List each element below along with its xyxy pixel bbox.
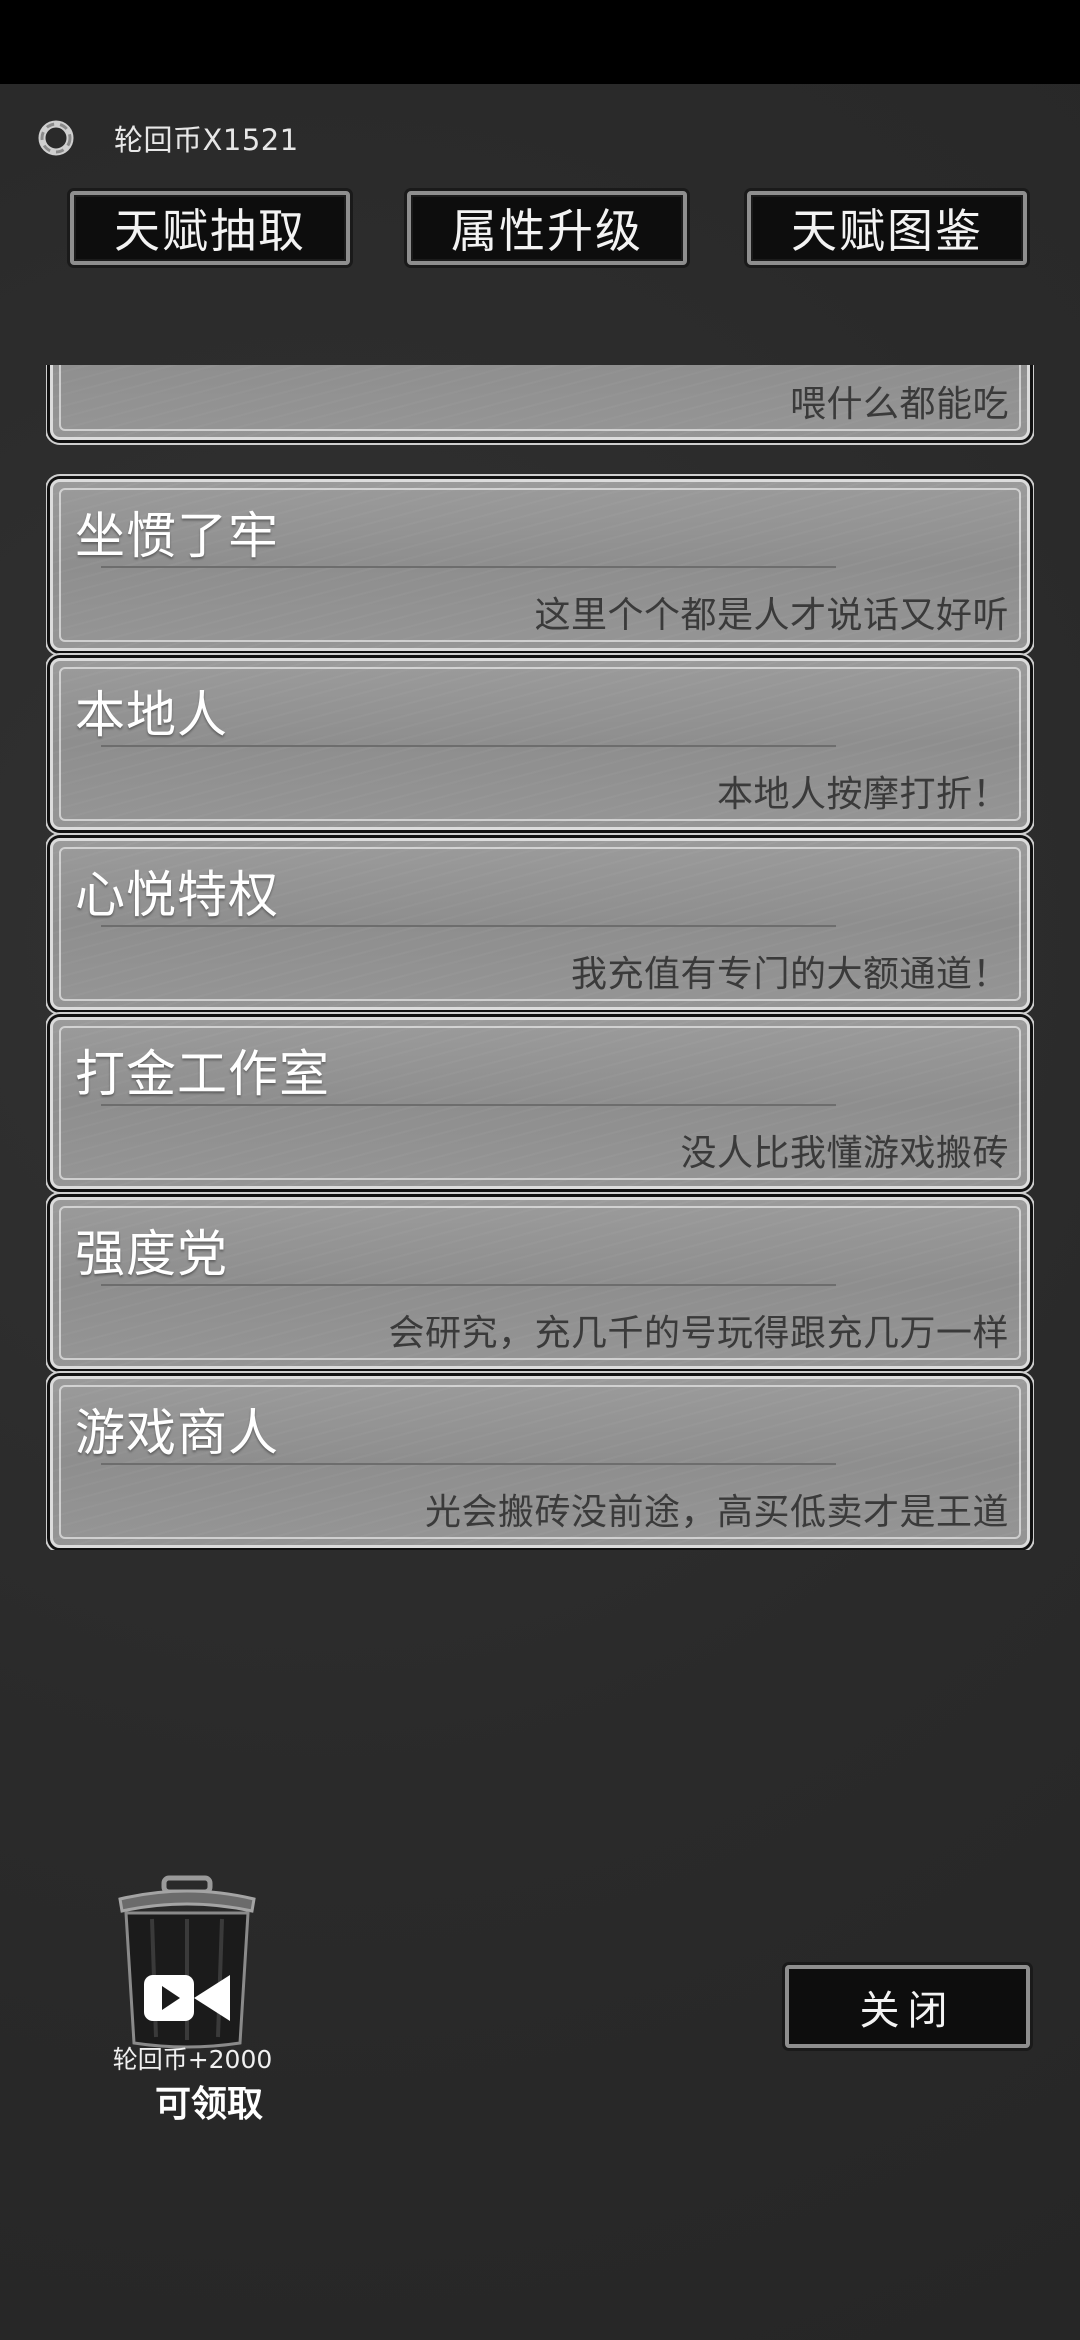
talent-description: 我充值有专门的大额通道！ xyxy=(570,954,1009,995)
trash-can-icon xyxy=(118,1875,256,2049)
talent-name: 游戏商人 xyxy=(75,1404,279,1462)
talent-description: 会研究，充几千的号玩得跟充几万一样 xyxy=(388,1313,1009,1354)
talent-description: 喂什么都能吃 xyxy=(789,384,1009,425)
talent-name: 坐惯了牢 xyxy=(75,507,279,565)
reward-trash-can-button[interactable] xyxy=(112,1875,262,2050)
talent-card[interactable]: 坐惯了牢 这里个个都是人才说话又好听 xyxy=(50,479,1030,651)
ring-coin-icon xyxy=(36,118,76,158)
close-button[interactable]: 关闭 xyxy=(785,1965,1030,2048)
divider xyxy=(101,1463,836,1465)
divider xyxy=(101,745,836,747)
divider xyxy=(101,1284,836,1286)
talent-name: 打金工作室 xyxy=(75,1045,330,1103)
talent-description: 没人比我懂游戏搬砖 xyxy=(680,1133,1009,1174)
talent-name: 强度党 xyxy=(75,1225,228,1283)
talent-card[interactable]: 打金工作室 没人比我懂游戏搬砖 xyxy=(50,1017,1030,1189)
talent-list[interactable]: 喂什么都能吃 坐惯了牢 这里个个都是人才说话又好听 本地人 本地人按摩打折！ 心… xyxy=(46,365,1034,1550)
claim-status[interactable]: 可领取 xyxy=(155,2075,263,2127)
tab-talent-draw[interactable]: 天赋抽取 xyxy=(70,191,350,265)
tab-attribute-upgrade[interactable]: 属性升级 xyxy=(407,191,687,265)
talent-name: 本地人 xyxy=(75,686,228,744)
game-screen: 轮回币X1521 天赋抽取 属性升级 天赋图鉴 喂什么都能吃 坐惯了牢 这里个个… xyxy=(0,0,1080,2340)
divider xyxy=(101,925,836,927)
status-bar xyxy=(0,0,1080,84)
talent-card[interactable]: 喂什么都能吃 xyxy=(50,365,1030,440)
talent-card[interactable]: 心悦特权 我充值有专门的大额通道！ xyxy=(50,838,1030,1010)
reward-amount: 轮回币+2000 xyxy=(112,2045,273,2074)
talent-description: 这里个个都是人才说话又好听 xyxy=(534,595,1009,636)
tab-talent-collection[interactable]: 天赋图鉴 xyxy=(747,191,1027,265)
talent-description: 本地人按摩打折！ xyxy=(716,774,1009,815)
talent-card[interactable]: 游戏商人 光会搬砖没前途，高买低卖才是王道 xyxy=(50,1376,1030,1548)
tab-bar: 天赋抽取 属性升级 天赋图鉴 xyxy=(0,191,1080,267)
coin-balance: 轮回币X1521 xyxy=(36,110,299,166)
talent-card[interactable]: 强度党 会研究，充几千的号玩得跟充几万一样 xyxy=(50,1197,1030,1369)
divider xyxy=(101,566,836,568)
talent-name: 心悦特权 xyxy=(75,866,279,924)
divider xyxy=(101,1104,836,1106)
coin-count: 轮回币X1521 xyxy=(114,123,299,157)
talent-card[interactable]: 本地人 本地人按摩打折！ xyxy=(50,658,1030,830)
talent-description: 光会搬砖没前途，高买低卖才是王道 xyxy=(424,1492,1009,1533)
